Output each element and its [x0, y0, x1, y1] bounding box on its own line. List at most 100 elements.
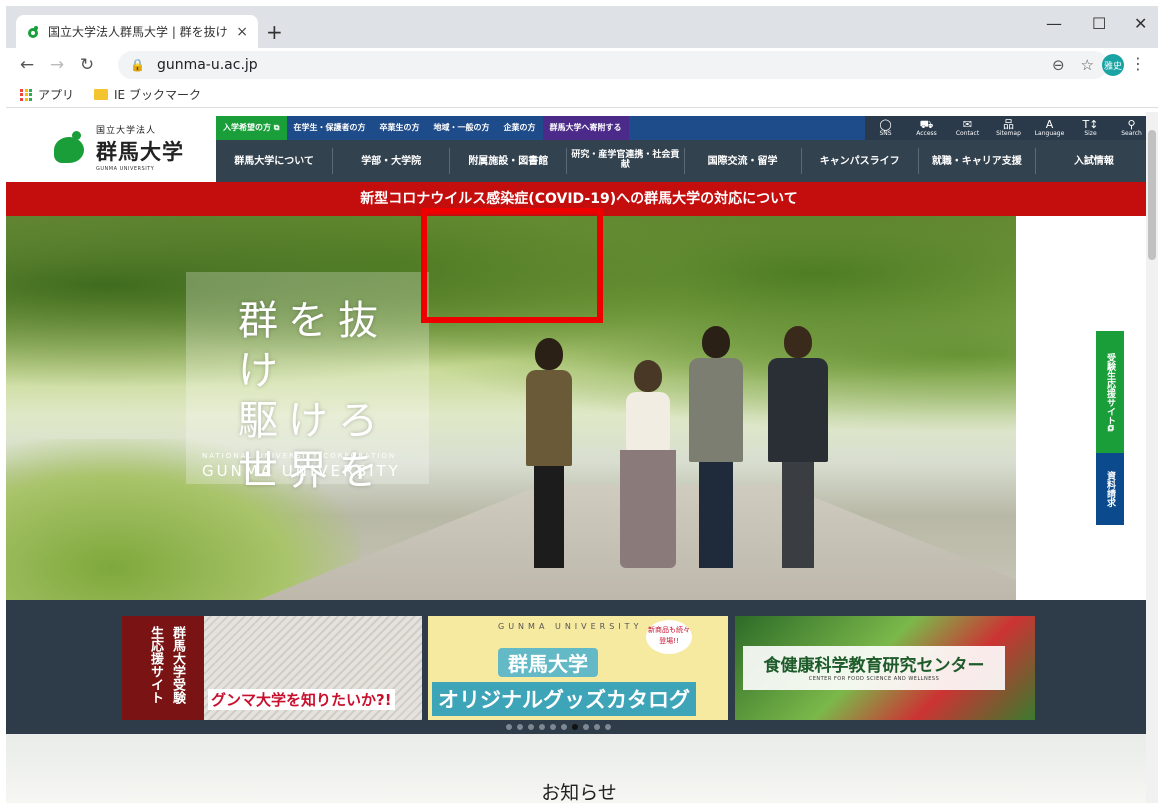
contact-button[interactable]: ✉ Contact [947, 116, 988, 140]
request-materials-tab[interactable]: 資料請求 [1096, 453, 1124, 525]
back-arrow-icon[interactable]: ← [12, 55, 42, 75]
utility-label: Access [916, 130, 937, 137]
bookmark-star-icon[interactable]: ☆ [1081, 56, 1094, 74]
site-logo[interactable]: 国立大学法人 群馬大学 GUNMA UNIVERSITY [6, 112, 216, 182]
language-icon: A [1045, 118, 1054, 131]
carousel-dot[interactable] [605, 724, 611, 730]
size-button[interactable]: T↕ Size [1070, 116, 1111, 140]
carousel-dot[interactable] [539, 724, 545, 730]
nav-career[interactable]: 就職・キャリア支援 [919, 148, 1036, 174]
audience-link-donate[interactable]: 群馬大学へ寄附する [542, 116, 629, 140]
carousel-dot[interactable] [583, 724, 589, 730]
bookmark-label: IE ブックマーク [114, 88, 201, 102]
news-heading: お知らせ [541, 782, 617, 803]
browser-tab[interactable]: 国立大学法人群馬大学 | 群を抜け × [16, 15, 258, 48]
utility-icons: ◯ SNS ⛟ Access ✉ Contact 品 Sitemap A Language… [865, 116, 1152, 140]
banner-title: 群馬大学 [498, 648, 598, 677]
forward-arrow-icon[interactable]: → [42, 55, 72, 75]
nav-about[interactable]: 群馬大学について [216, 148, 334, 174]
nav-faculties[interactable]: 学部・大学院 [333, 148, 451, 174]
utility-label: Search [1121, 130, 1142, 137]
language-button[interactable]: A Language [1029, 116, 1070, 140]
sitemap-button[interactable]: 品 Sitemap [988, 116, 1029, 140]
gunma-favicon-icon [26, 25, 40, 39]
carousel-dot[interactable] [517, 724, 523, 730]
carousel-dot[interactable] [594, 724, 600, 730]
nav-facilities-library[interactable]: 附属施設・図書館 [450, 148, 568, 174]
carousel-dot[interactable] [506, 724, 512, 730]
window-close-button[interactable]: ✕ [1134, 14, 1147, 33]
bookmark-apps[interactable]: アプリ [20, 86, 74, 103]
banner-carousel: 群馬大学受験生応援サイト グンマ大学を知りたいか?! GUNMA UNIVERS… [6, 600, 1152, 734]
zoom-icon[interactable]: ⊖ [1052, 56, 1065, 74]
nav-campus-life[interactable]: キャンパスライフ [802, 148, 919, 174]
tab-close-icon[interactable]: × [236, 24, 248, 40]
new-tab-button[interactable]: + [266, 20, 283, 44]
gunma-logo-icon [50, 129, 90, 165]
banner-side-text: 群馬大学受験生応援サイト [122, 616, 204, 720]
audience-link-community[interactable]: 地域・一般の方 [427, 116, 497, 140]
student-figure [620, 360, 676, 568]
student-figure [768, 326, 828, 568]
nav-research[interactable]: 研究・産学官連携・社会貢献 [567, 148, 685, 174]
utility-label: Language [1034, 130, 1065, 137]
utility-label: SNS [879, 130, 892, 137]
access-button[interactable]: ⛟ Access [906, 116, 947, 140]
banner-subtitle: オリジナルグッズカタログ [432, 682, 696, 716]
audience-link-applicants[interactable]: 入学希望の方 ⧉ [216, 116, 287, 140]
car-icon: ⛟ [919, 118, 934, 131]
scrollbar-thumb[interactable] [1148, 130, 1156, 260]
banner-label: 食健康科学教育研究センター CENTER FOR FOOD SCIENCE AN… [743, 646, 1005, 690]
audience-link-alumni[interactable]: 卒業生の方 [373, 116, 427, 140]
banner-applicant-site[interactable]: 群馬大学受験生応援サイト グンマ大学を知りたいか?! [122, 616, 422, 720]
nav-admissions[interactable]: 入試情報 [1036, 148, 1152, 174]
minimize-button[interactable]: — [1046, 14, 1062, 33]
logo-small-text: 国立大学法人 [96, 125, 157, 136]
address-bar[interactable]: 🔒 gunma-u.ac.jp ⊖ ☆ [118, 51, 1108, 79]
applicant-site-tab[interactable]: 受験生応援サイト⧉ [1096, 331, 1124, 453]
banner-goods-catalog[interactable]: GUNMA UNIVERSITY 群馬大学 オリジナルグッズカタログ 新商品も続… [428, 616, 728, 720]
carousel-dot[interactable] [528, 724, 534, 730]
text-size-icon: T↕ [1082, 118, 1099, 131]
profile-avatar[interactable]: 雅史 [1102, 54, 1124, 76]
utility-label: Size [1084, 130, 1097, 137]
banner-caption: グンマ大学を知りたいか?! [208, 689, 395, 710]
catch-line-1: 群を抜け [238, 298, 388, 394]
mail-icon: ✉ [962, 118, 973, 131]
banner-food-science-center[interactable]: 食健康科学教育研究センター CENTER FOR FOOD SCIENCE AN… [735, 616, 1035, 720]
maximize-button[interactable]: ☐ [1092, 14, 1106, 33]
tab-title: 国立大学法人群馬大学 | 群を抜け [48, 25, 228, 39]
search-icon: ⚲ [1127, 118, 1136, 131]
bookmarks-bar: アプリ IE ブックマーク [6, 82, 1158, 108]
banner-ring-text: GUNMA UNIVERSITY [498, 622, 643, 631]
chat-bubble-icon: ◯ [879, 118, 892, 131]
reload-icon[interactable]: ↻ [72, 55, 102, 75]
banner-stamp: 新商品も続々登場!! [646, 620, 692, 654]
carousel-dot[interactable] [561, 724, 567, 730]
audience-bar: 入学希望の方 ⧉ 在学生・保護者の方 卒業生の方 地域・一般の方 企業の方 群馬… [216, 116, 1152, 140]
carousel-dot[interactable] [550, 724, 556, 730]
apps-grid-icon [20, 88, 32, 101]
highlight-box [421, 208, 603, 323]
sns-button[interactable]: ◯ SNS [865, 116, 906, 140]
bookmark-ie-folder[interactable]: IE ブックマーク [94, 86, 201, 103]
catch-sub: NATIONAL UNIVERSITY CORPORATION [202, 452, 397, 460]
logo-name: 群馬大学 [96, 139, 184, 164]
carousel-dots [506, 724, 611, 730]
student-figure [689, 326, 743, 568]
omnibar: ← → ↻ 🔒 gunma-u.ac.jp ⊖ ☆ 雅史 ⋮ [6, 48, 1158, 82]
lock-icon: 🔒 [130, 58, 145, 72]
banner-title: 食健康科学教育研究センター [763, 656, 985, 676]
main-nav: 群馬大学について 学部・大学院 附属施設・図書館 研究・産学官連携・社会貢献 国… [216, 140, 1152, 182]
carousel-dot[interactable] [572, 724, 578, 730]
sitemap-icon: 品 [1003, 118, 1014, 131]
utility-label: Contact [955, 130, 980, 137]
utility-label: Sitemap [996, 130, 1021, 137]
url-text: gunma-u.ac.jp [156, 57, 258, 73]
nav-international[interactable]: 国際交流・留学 [685, 148, 802, 174]
audience-link-students[interactable]: 在学生・保護者の方 [287, 116, 373, 140]
scrollbar[interactable] [1146, 112, 1158, 803]
student-figure [526, 338, 572, 568]
menu-kebab-icon[interactable]: ⋮ [1130, 54, 1146, 73]
audience-link-companies[interactable]: 企業の方 [497, 116, 543, 140]
